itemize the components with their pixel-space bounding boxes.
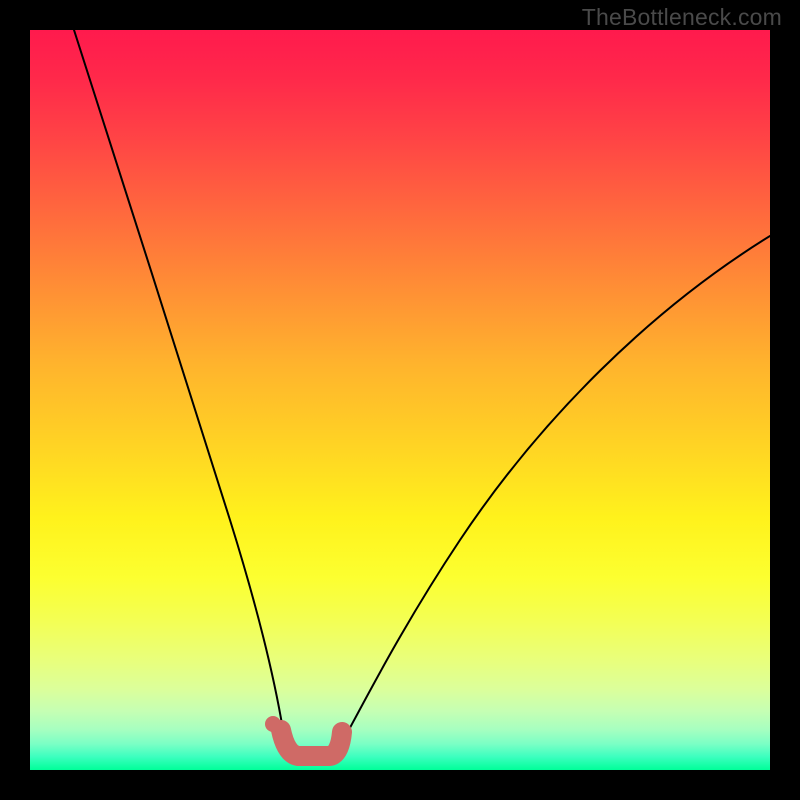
plot-area (30, 30, 770, 770)
left-branch-curve (74, 30, 290, 754)
chart-frame: TheBottleneck.com (0, 0, 800, 800)
right-branch-curve (338, 236, 770, 750)
watermark-text: TheBottleneck.com (582, 4, 782, 31)
trough-left-dot (265, 716, 281, 732)
trough-marker (281, 730, 342, 756)
curve-layer (30, 30, 770, 770)
